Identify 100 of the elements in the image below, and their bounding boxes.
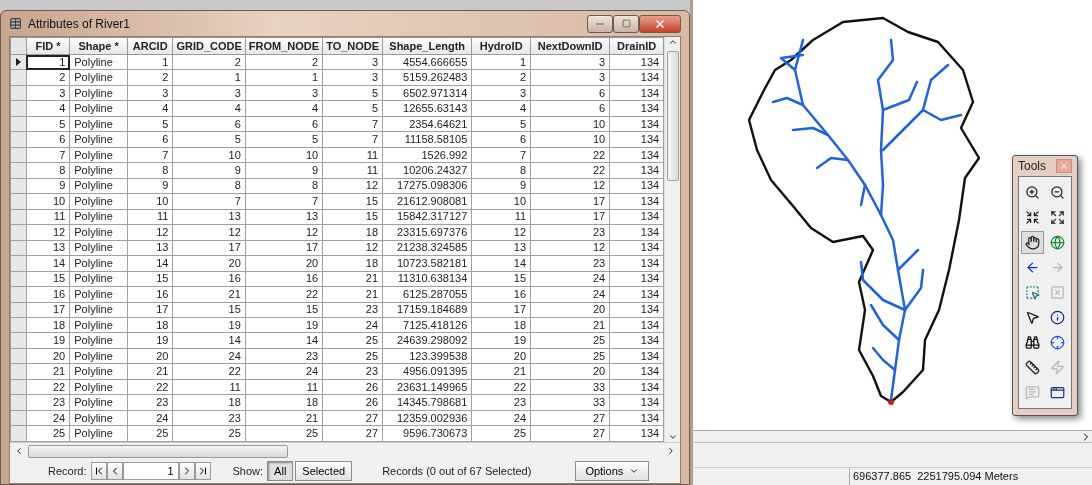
table-cell: 23 xyxy=(471,394,531,411)
scroll-left-icon xyxy=(14,446,24,456)
minimize-button[interactable] xyxy=(587,14,613,33)
column-header[interactable]: ARCID xyxy=(127,37,173,55)
table-cell: 13 xyxy=(127,240,173,256)
table-cell: 25 xyxy=(26,425,70,442)
table-cell: Polyline xyxy=(69,224,128,241)
maximize-button[interactable] xyxy=(613,14,639,33)
table-cell: 6 xyxy=(530,100,610,117)
table-cell: 12 xyxy=(322,240,383,256)
horizontal-scrollbar[interactable] xyxy=(10,442,680,459)
table-cell: 22 xyxy=(172,363,246,380)
table-cell: 11 xyxy=(245,379,323,395)
column-header[interactable]: FROM_NODE xyxy=(245,37,323,55)
column-header[interactable]: NextDownID xyxy=(530,37,610,55)
table-cell: Polyline xyxy=(69,348,128,364)
table-cell: 134 xyxy=(609,410,664,426)
scroll-thumb[interactable] xyxy=(666,51,679,181)
options-button[interactable]: Options xyxy=(575,461,650,481)
column-header[interactable]: Shape * xyxy=(69,37,128,55)
table-cell: 4 xyxy=(245,100,323,117)
table-cell: Polyline xyxy=(69,178,128,194)
show-toggle[interactable]: Selected xyxy=(295,461,353,481)
table-cell: 22 xyxy=(530,162,610,179)
table-cell: 23 xyxy=(322,302,383,318)
table-cell: 12 xyxy=(530,178,610,194)
column-header[interactable]: TO_NODE xyxy=(322,37,383,55)
ruler-icon xyxy=(1025,360,1040,375)
table-cell: 18 xyxy=(172,394,246,411)
table-cell: Polyline xyxy=(69,302,128,318)
table-cell: Polyline xyxy=(69,85,128,101)
table-cell: 16 xyxy=(172,271,246,287)
table-cell: 17275.098306 xyxy=(382,178,472,194)
table-cell: 10 xyxy=(471,193,531,210)
table-cell: 25 xyxy=(530,348,610,364)
table-cell: 6502.971314 xyxy=(382,85,472,101)
table-cell: 17 xyxy=(127,302,173,318)
table-cell: 22 xyxy=(530,147,610,163)
table-cell: 3 xyxy=(172,85,246,101)
table-cell: 23631.149965 xyxy=(382,379,472,395)
table-cell: 2 xyxy=(172,54,246,70)
table-cell: 6 xyxy=(127,131,173,148)
table-cell: 9596.730673 xyxy=(382,425,472,442)
table-cell: 5 xyxy=(471,116,531,132)
table-cell: 3 xyxy=(530,69,610,86)
table-cell: 7 xyxy=(26,147,70,163)
table-cell: 21238.324585 xyxy=(382,240,472,256)
table-cell: 18 xyxy=(471,317,531,333)
table-cell: 10 xyxy=(530,131,610,148)
table-cell: 11 xyxy=(322,147,383,163)
table-cell: 5 xyxy=(127,116,173,132)
table-cell: 24 xyxy=(322,317,383,333)
column-header[interactable]: GRID_CODE xyxy=(172,37,246,55)
table-cell: 3 xyxy=(245,85,323,101)
table-cell: 13 xyxy=(471,240,531,256)
scroll-thumb[interactable] xyxy=(28,444,288,458)
table-cell: 22 xyxy=(26,379,70,395)
table-cell: 23 xyxy=(172,410,246,426)
column-header[interactable]: FID * xyxy=(26,37,70,55)
close-button[interactable] xyxy=(639,14,681,33)
table-cell: 5 xyxy=(172,131,246,148)
table-cell: 8 xyxy=(26,162,70,179)
table-cell: 18 xyxy=(127,317,173,333)
first-record-button[interactable] xyxy=(90,462,107,480)
table-cell: 19 xyxy=(172,317,246,333)
table-cell: 23 xyxy=(322,363,383,380)
vertical-scrollbar[interactable] xyxy=(664,37,680,442)
horizontal-scrollbar[interactable] xyxy=(690,430,1092,442)
table-cell: 8 xyxy=(127,162,173,179)
table-cell: 25 xyxy=(322,348,383,364)
table-cell: 6 xyxy=(245,116,323,132)
table-cell: 25 xyxy=(530,332,610,349)
table-cell: 13 xyxy=(245,209,323,225)
record-label: Record: xyxy=(48,465,87,477)
table-cell: 14 xyxy=(127,255,173,272)
table-cell: 1 xyxy=(471,54,531,70)
table-cell: 6 xyxy=(471,131,531,148)
tool-button[interactable] xyxy=(1021,231,1044,254)
table-cell: 26 xyxy=(322,394,383,411)
column-header[interactable]: DrainID xyxy=(609,37,664,55)
table-cell: 14 xyxy=(245,332,323,349)
table-cell: 22 xyxy=(471,379,531,395)
speech-bubble-icon xyxy=(1025,385,1040,400)
record-field[interactable]: 1 xyxy=(122,462,179,480)
column-header[interactable]: HydroID xyxy=(471,37,531,55)
table-cell: Polyline xyxy=(69,332,128,349)
table-cell: 134 xyxy=(609,224,664,241)
column-header[interactable]: Shape_Length xyxy=(382,37,472,55)
table-cell: 134 xyxy=(609,100,664,117)
close-button[interactable] xyxy=(1056,159,1072,173)
table-cell: 134 xyxy=(609,162,664,179)
show-toggle[interactable]: All xyxy=(267,461,294,481)
table-cell: Polyline xyxy=(69,255,128,272)
table-cell: 134 xyxy=(609,193,664,210)
table-cell: 7 xyxy=(127,147,173,163)
table-cell: 33 xyxy=(530,394,610,411)
table-cell: 17159.184689 xyxy=(382,302,472,318)
show-label: Show: xyxy=(232,465,264,477)
table-cell: 14 xyxy=(172,332,246,349)
table-cell: 18 xyxy=(322,224,383,241)
